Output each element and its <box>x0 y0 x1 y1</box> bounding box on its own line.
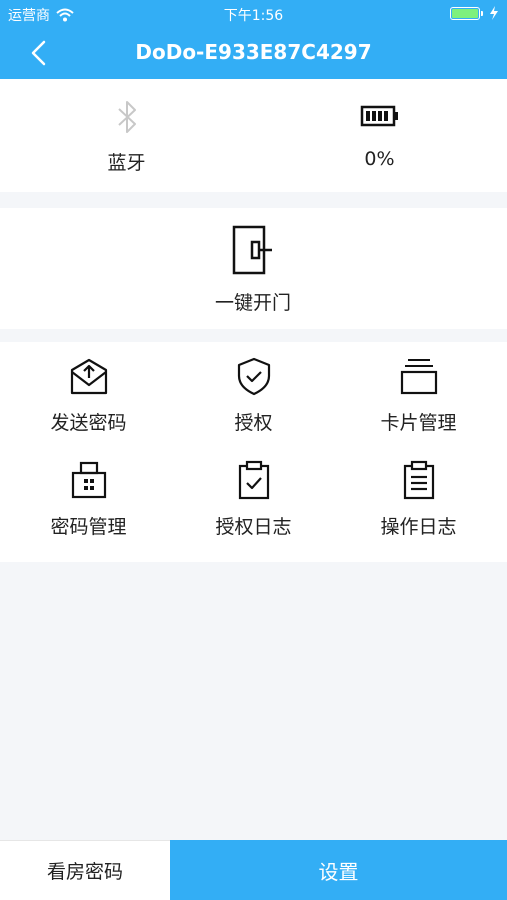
send-mail-icon <box>70 358 107 395</box>
battery-icon <box>360 105 398 127</box>
charging-bolt-icon <box>490 6 498 20</box>
settings-button[interactable]: 设置 <box>170 840 507 900</box>
battery-label: 0% <box>364 148 395 170</box>
operation-log-button[interactable]: 操作日志 <box>334 446 503 550</box>
bluetooth-icon <box>117 101 136 133</box>
card-management-button[interactable]: 卡片管理 <box>334 342 503 446</box>
view-room-password-button[interactable]: 看房密码 <box>0 840 170 900</box>
nav-bar: DoDo-E933E87C4297 <box>0 28 507 79</box>
clipboard-list-icon <box>403 460 434 500</box>
unlock-label: 一键开门 <box>214 292 291 314</box>
send-password-label: 发送密码 <box>50 412 127 434</box>
operation-log-label: 操作日志 <box>380 516 457 538</box>
card-management-label: 卡片管理 <box>380 412 457 434</box>
password-management-label: 密码管理 <box>50 516 127 538</box>
keypad-lock-icon <box>71 461 106 499</box>
status-battery-icon <box>450 6 483 20</box>
one-click-unlock-button[interactable]: 一键开门 <box>153 208 353 329</box>
bluetooth-status: 蓝牙 <box>0 79 253 192</box>
clock: 下午1:56 <box>223 8 284 24</box>
status-bar: 运营商 下午1:56 <box>0 0 507 28</box>
send-password-button[interactable]: 发送密码 <box>4 342 173 446</box>
battery-status <box>450 6 499 20</box>
door-icon <box>232 225 272 275</box>
unlock-card: 一键开门 <box>0 208 507 329</box>
authorization-log-label: 授权日志 <box>215 516 292 538</box>
feature-grid: 发送密码 授权 卡片管理 密码管理 授权日志 操作日志 <box>0 342 507 562</box>
bottom-action-bar: 看房密码 设置 <box>0 840 507 900</box>
bluetooth-label: 蓝牙 <box>107 152 146 174</box>
cards-icon <box>400 359 437 395</box>
authorization-log-button[interactable]: 授权日志 <box>169 446 338 550</box>
password-management-button[interactable]: 密码管理 <box>4 446 173 550</box>
app-header: 运营商 下午1:56 DoDo-E933E87C4297 <box>0 0 507 79</box>
battery-level: 0% <box>253 79 506 192</box>
clipboard-check-icon <box>238 460 269 500</box>
authorize-button[interactable]: 授权 <box>169 342 338 446</box>
shield-check-icon <box>237 357 270 396</box>
device-status-card: 蓝牙 0% <box>0 79 507 192</box>
page-title: DoDo-E933E87C4297 <box>135 40 372 64</box>
authorize-label: 授权 <box>234 412 273 434</box>
